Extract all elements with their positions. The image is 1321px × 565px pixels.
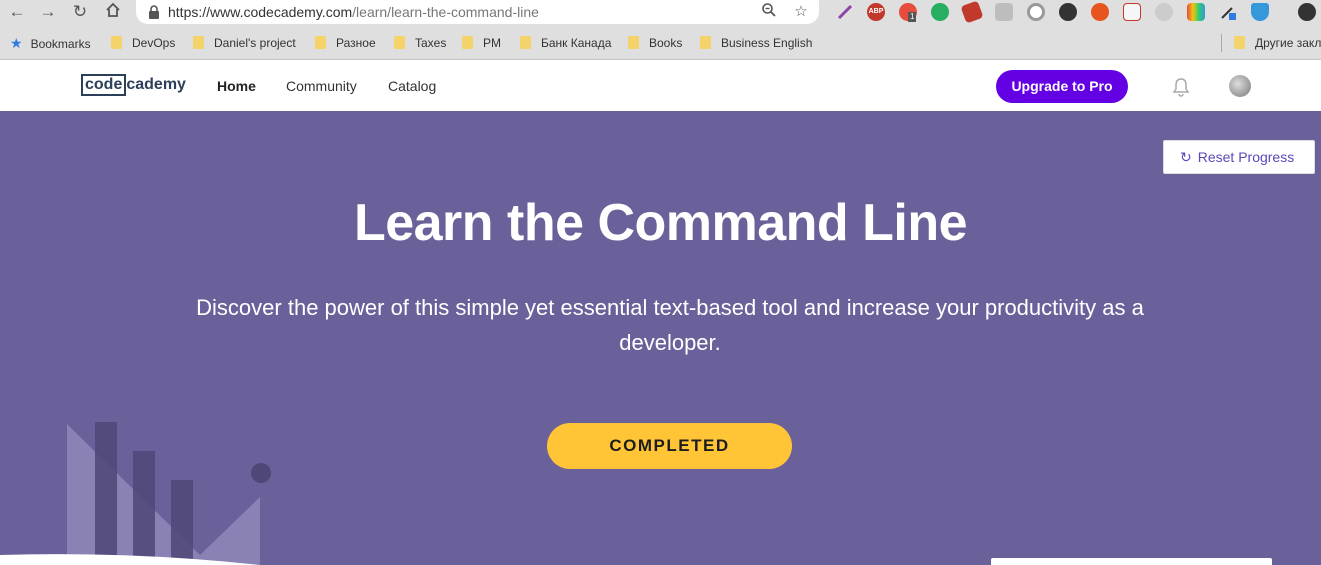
bookmark-folder-devops[interactable]: DevOps	[111, 35, 175, 51]
home-icon[interactable]	[103, 2, 123, 22]
content-card-edge	[991, 558, 1272, 565]
ghost-extension-icon[interactable]	[1059, 3, 1077, 21]
folder-icon	[315, 36, 326, 49]
folder-icon	[394, 36, 405, 49]
folder-icon	[1234, 36, 1245, 49]
record-extension-icon[interactable]	[1027, 3, 1045, 21]
folder-icon	[193, 36, 204, 49]
pdf-extension-icon[interactable]	[995, 3, 1013, 21]
codecademy-logo[interactable]: code cademy	[81, 74, 186, 96]
adblock-extension-icon[interactable]: ABP	[867, 3, 885, 21]
bookmarks-divider	[1221, 34, 1222, 52]
bookmarks-bar: ★ Bookmarks DevOps Daniel's project Разно…	[0, 24, 1321, 60]
reset-progress-label: Reset Progress	[1197, 149, 1295, 165]
ruby-extension-icon[interactable]	[960, 0, 984, 24]
folder-icon	[628, 36, 639, 49]
folder-icon	[700, 36, 711, 49]
wave-divider	[0, 554, 260, 565]
avatar[interactable]	[1229, 75, 1251, 97]
profile-icon[interactable]	[1298, 3, 1316, 21]
forward-icon[interactable]: →	[38, 2, 58, 22]
bookmark-folder-raznoe[interactable]: Разное	[315, 35, 376, 51]
logo-box-text: code	[81, 74, 127, 96]
opera-extension-icon[interactable]: 1	[899, 3, 917, 22]
bookmark-folder-pm[interactable]: PM	[462, 35, 501, 51]
colorpick-extension-icon[interactable]	[1187, 3, 1205, 21]
sync-extension-icon[interactable]	[1155, 3, 1173, 21]
bell-icon[interactable]	[1172, 77, 1190, 97]
reload-icon[interactable]: ↻	[70, 2, 90, 22]
feather-extension-icon[interactable]	[836, 3, 854, 21]
browser-toolbar: ← → ↻ https://www.codecademy.com/learn/l…	[0, 0, 1321, 24]
course-description: Discover the power of this simple yet es…	[196, 295, 1144, 355]
bookmark-folder-other[interactable]: Другие закл	[1234, 35, 1321, 51]
folder-icon	[111, 36, 122, 49]
bookmarks-root[interactable]: ★ Bookmarks	[10, 35, 91, 51]
lock-icon	[149, 5, 159, 19]
shield-extension-icon[interactable]	[1251, 3, 1269, 21]
mail-extension-icon[interactable]	[1123, 3, 1141, 21]
alert-extension-icon[interactable]	[1091, 3, 1109, 21]
course-title: Learn the Command Line	[353, 194, 968, 252]
bookmark-folder-taxes[interactable]: Taxes	[394, 35, 446, 51]
upgrade-to-pro-button[interactable]: Upgrade to Pro	[996, 70, 1128, 103]
bookmark-folder-daniels-project[interactable]: Daniel's project	[193, 35, 296, 51]
grammarly-extension-icon[interactable]	[931, 3, 949, 21]
folder-icon	[520, 36, 531, 49]
nav-home[interactable]: Home	[217, 78, 256, 94]
bookmark-folder-books[interactable]: Books	[628, 35, 682, 51]
reset-progress-button[interactable]: ↻ Reset Progress	[1163, 140, 1315, 174]
zoom-icon[interactable]	[759, 2, 779, 22]
nav-community[interactable]: Community	[286, 78, 357, 94]
folder-icon	[462, 36, 473, 49]
hero-section: ↻ Reset Progress Learn the Command Line D…	[0, 111, 1321, 565]
decorative-illustration	[67, 422, 271, 565]
bookmark-star-icon: ★	[10, 35, 23, 51]
bookmark-folder-bank-kanada[interactable]: Банк Канада	[520, 35, 611, 51]
eyedropper-extension-icon[interactable]	[1219, 3, 1237, 21]
extension-badge: 1	[908, 12, 917, 22]
logo-rest-text: cademy	[126, 76, 186, 93]
completed-button[interactable]: COMPLETED	[547, 423, 792, 469]
nav-catalog[interactable]: Catalog	[388, 78, 436, 94]
url-text: https://www.codecademy.com/learn/learn-t…	[168, 4, 539, 20]
refresh-icon: ↻	[1180, 149, 1192, 165]
back-icon[interactable]: ←	[7, 2, 27, 22]
bookmark-folder-business-english[interactable]: Business English	[700, 35, 812, 51]
site-header: code cademy Home Community Catalog Upgrad…	[0, 61, 1321, 111]
bookmark-star-icon[interactable]: ☆	[791, 2, 811, 22]
address-bar[interactable]: https://www.codecademy.com/learn/learn-t…	[136, 0, 819, 24]
